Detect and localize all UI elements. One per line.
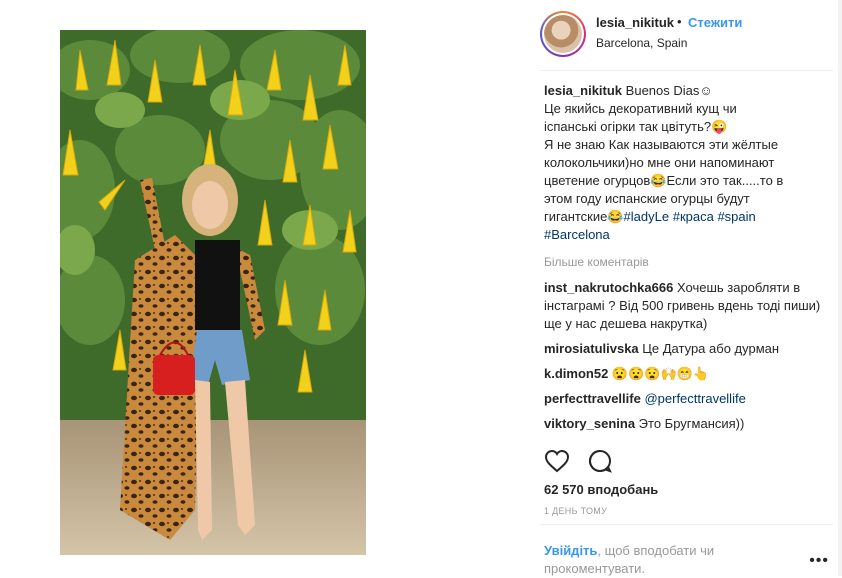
comment-username[interactable]: k.dimon52 xyxy=(544,366,608,381)
post-image xyxy=(60,30,366,555)
caption-line: Це якийсь декоративний кущ чи xyxy=(544,101,737,116)
comment-username[interactable]: perfecttravellife xyxy=(544,391,641,406)
caption-line: цветение огурцов😂Если это так.....то в xyxy=(544,173,784,188)
comment-username[interactable]: inst_nakrutochka666 xyxy=(544,280,673,295)
caption-line: Я не знаю Как называются эти жёлтые xyxy=(544,137,779,152)
comment-item: k.dimon52 😧😧😧🙌😁👆 xyxy=(544,365,829,383)
action-bar xyxy=(544,449,626,478)
post-timestamp: 1 ДЕНЬ ТОМУ xyxy=(544,506,608,516)
hashtag-ladyle[interactable]: #ladyLe xyxy=(624,209,670,224)
caption-line: этом году испанские огурцы будут xyxy=(544,191,750,206)
comment-text: Это Бругмансия)) xyxy=(638,416,745,431)
header-username[interactable]: lesia_nikituk xyxy=(596,15,674,30)
post-side-panel: lesia_nikituk • Стежити Barcelona, Spain… xyxy=(530,0,835,576)
comment-item: viktory_senina Это Бругмансия)) xyxy=(544,415,829,433)
comment-text: Це Датура або дурман xyxy=(642,341,780,356)
avatar[interactable] xyxy=(540,11,586,57)
comment-item: mirosiatulivska Це Датура або дурман xyxy=(544,340,829,358)
more-comments-button[interactable]: Більше коментарів xyxy=(544,255,649,269)
separator-dot: • xyxy=(677,14,682,29)
login-link[interactable]: Увійдіть xyxy=(544,543,597,558)
comment-item: inst_nakrutochka666 Хочешь заробляти в і… xyxy=(544,279,829,333)
comment-text: 😧😧😧🙌😁👆 xyxy=(611,366,710,381)
heart-icon[interactable] xyxy=(544,449,570,478)
footer-divider xyxy=(540,524,833,525)
follow-button[interactable]: Стежити xyxy=(688,15,742,30)
scrollbar[interactable] xyxy=(838,0,842,576)
comments-list: inst_nakrutochka666 Хочешь заробляти в і… xyxy=(544,279,829,440)
comment-username[interactable]: mirosiatulivska xyxy=(544,341,639,356)
comment-username[interactable]: viktory_senina xyxy=(544,416,635,431)
post-photo[interactable] xyxy=(60,30,366,555)
hashtag-barcelona[interactable]: #Barcelona xyxy=(544,227,610,242)
caption-line: Buenos Dias☺ xyxy=(625,83,713,98)
post-caption: lesia_nikituk Buenos Dias☺ Це якийсь дек… xyxy=(544,82,824,244)
comment-bubble-icon[interactable] xyxy=(588,449,613,478)
caption-line: іспанські огірки так цвітуть?😜 xyxy=(544,119,728,134)
login-prompt: Увійдіть, щоб вподобати чи прокоментуват… xyxy=(544,542,744,578)
hashtag-krasa[interactable]: #краса xyxy=(673,209,714,224)
hashtag-spain[interactable]: #spain xyxy=(717,209,755,224)
more-options-icon[interactable]: ••• xyxy=(809,552,829,570)
caption-username[interactable]: lesia_nikituk xyxy=(544,83,622,98)
location-link[interactable]: Barcelona, Spain xyxy=(596,36,687,50)
caption-line: колокольчики)но мне они напоминают xyxy=(544,155,775,170)
comment-item: perfecttravellife @perfecttravellife xyxy=(544,390,829,408)
post-header: lesia_nikituk • Стежити Barcelona, Spain xyxy=(530,6,835,66)
caption-line: гигантские😂 xyxy=(544,209,624,224)
comment-mention[interactable]: @perfecttravellife xyxy=(644,391,745,406)
likes-count[interactable]: 62 570 вподобань xyxy=(544,482,658,497)
avatar-image xyxy=(544,15,582,53)
header-divider xyxy=(540,70,833,71)
